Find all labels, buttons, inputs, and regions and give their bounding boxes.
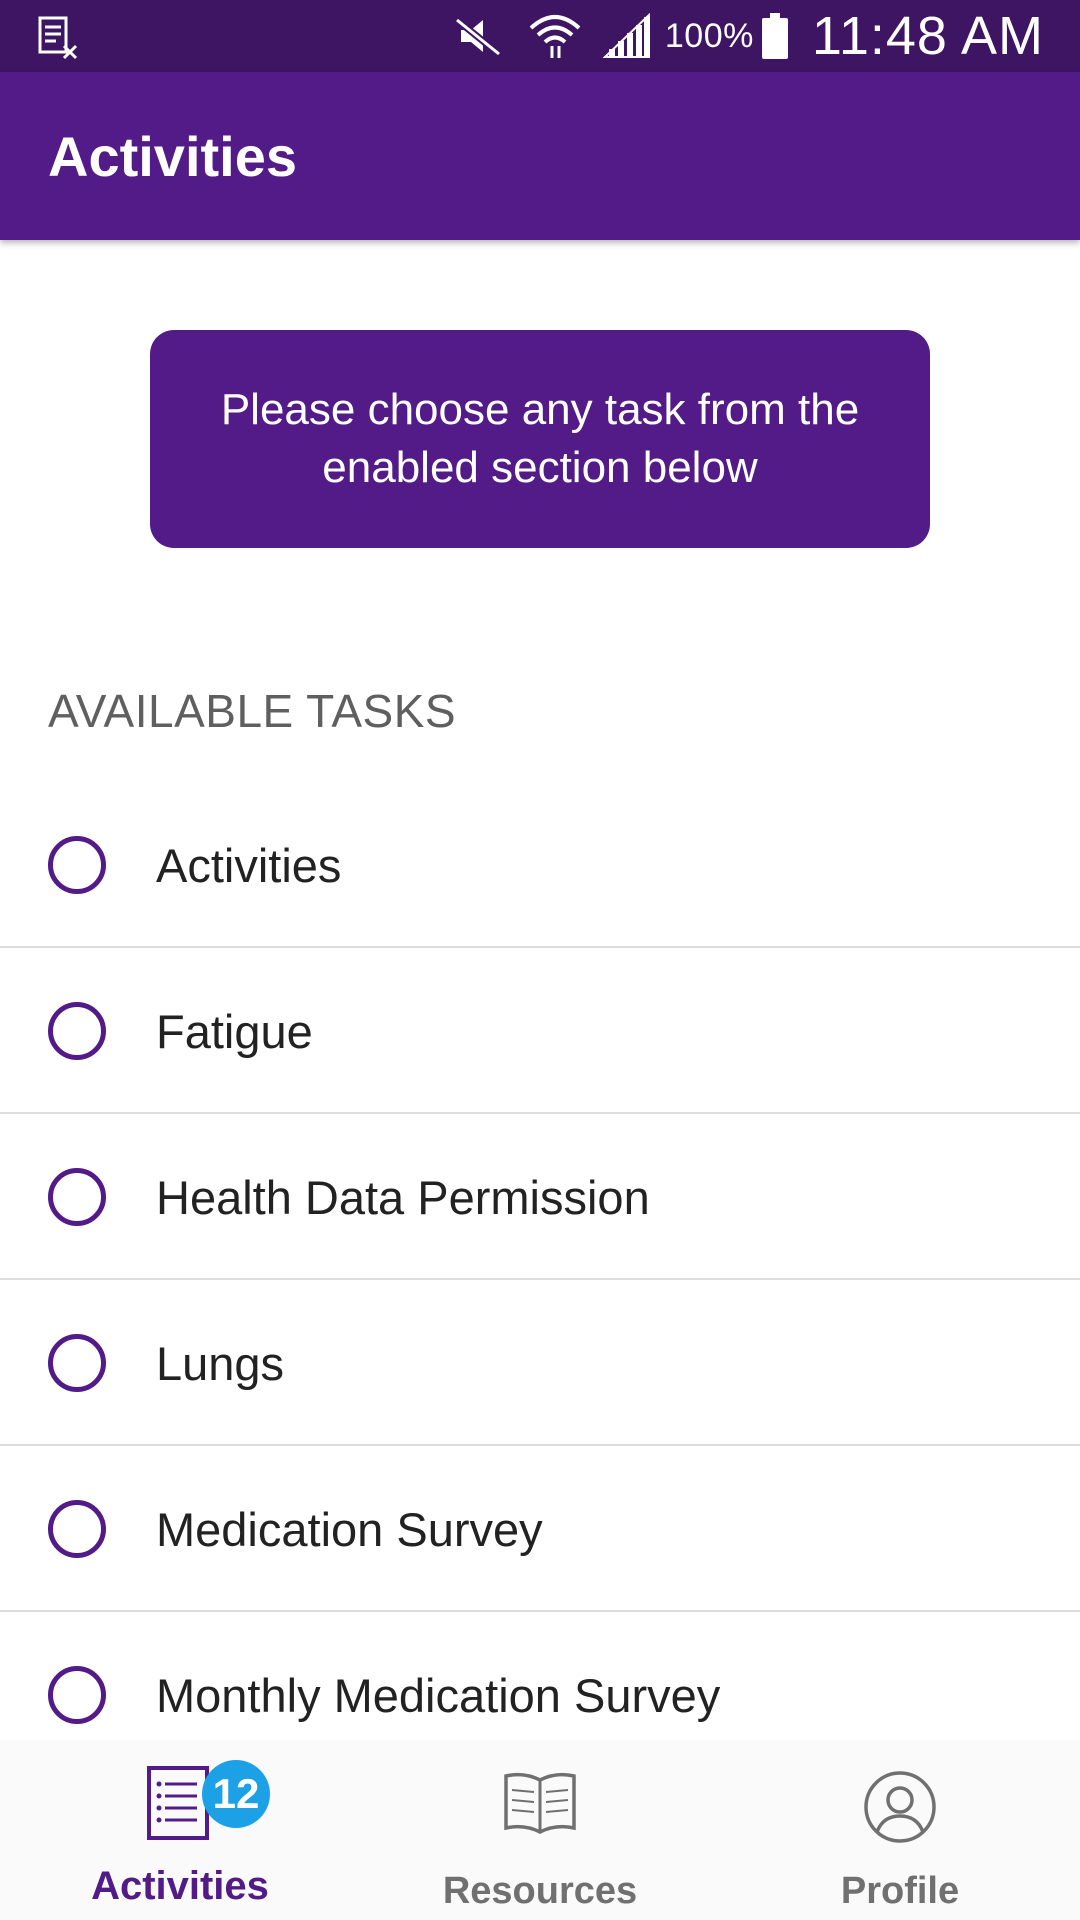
app-bar: Activities (0, 72, 1080, 240)
task-row-activities[interactable]: Activities (0, 782, 1080, 948)
person-icon (864, 1771, 936, 1843)
page-title: Activities (48, 125, 297, 188)
status-bar: 100% 11:48 AM (0, 0, 1080, 72)
signal-icon (602, 13, 650, 58)
task-label: Lungs (156, 1337, 285, 1390)
instruction-banner: Please choose any task from the enabled … (150, 330, 930, 548)
notification-badge: 12 (202, 1760, 270, 1828)
radio-icon[interactable] (48, 836, 106, 894)
task-row-fatigue[interactable]: Fatigue (0, 948, 1080, 1114)
nav-label: Profile (840, 1870, 960, 1912)
task-label: Medication Survey (156, 1503, 543, 1556)
radio-icon[interactable] (48, 1500, 106, 1558)
battery-percent: 100% (664, 16, 754, 55)
mute-icon (454, 17, 501, 56)
clock: 11:48 AM (811, 6, 1044, 66)
available-tasks-header: AVAILABLE TASKS (48, 685, 457, 737)
list-icon (147, 1766, 209, 1840)
task-row-medication-survey[interactable]: Medication Survey (0, 1446, 1080, 1612)
task-label: Fatigue (156, 1005, 313, 1058)
task-list: Activities Fatigue Health Data Permissio… (0, 782, 1080, 1778)
nav-tab-resources[interactable]: Resources (360, 1740, 720, 1920)
task-row-health-data-permission[interactable]: Health Data Permission (0, 1114, 1080, 1280)
nav-tab-activities[interactable]: 12 Activities (0, 1740, 360, 1920)
task-label: Health Data Permission (156, 1171, 650, 1224)
nav-label: Resources (442, 1870, 638, 1912)
banner-text: Please choose any task from the enabled … (220, 385, 860, 492)
radio-icon[interactable] (48, 1666, 106, 1724)
bottom-nav: 12 Activities Resources Profile (0, 1740, 1080, 1920)
radio-icon[interactable] (48, 1334, 106, 1392)
book-icon (504, 1772, 576, 1834)
task-label: Monthly Medication Survey (156, 1669, 721, 1722)
radio-icon[interactable] (48, 1168, 106, 1226)
notification-icon (38, 16, 78, 60)
task-label: Activities (156, 839, 342, 892)
nav-tab-profile[interactable]: Profile (720, 1740, 1080, 1920)
task-row-lungs[interactable]: Lungs (0, 1280, 1080, 1446)
radio-icon[interactable] (48, 1002, 106, 1060)
battery-icon (761, 13, 788, 59)
wifi-icon (529, 15, 581, 58)
nav-label: Activities (91, 1864, 269, 1908)
